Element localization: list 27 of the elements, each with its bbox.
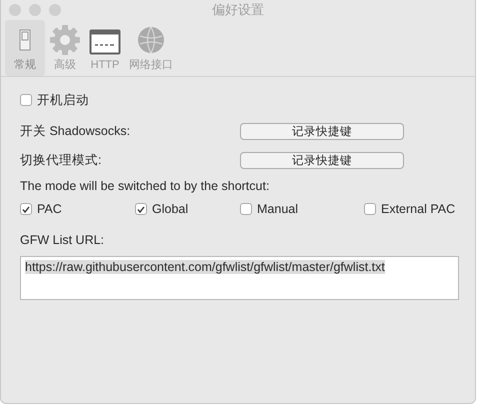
mode-description: The mode will be switched to by the shortcut: [20, 178, 270, 194]
record-shortcut-button[interactable]: 记录快捷键 [240, 122, 404, 140]
record-shortcut-button[interactable]: 记录快捷键 [240, 152, 404, 168]
toolbar-tab[interactable]: 网络接口 [125, 20, 177, 76]
gear-icon [49, 24, 81, 56]
window-title: 偏好设置 [212, 1, 264, 19]
shortcut-label: 切换代理模式: [20, 152, 102, 168]
checkbox[interactable] [135, 203, 147, 215]
toolbar-tab[interactable]: 常规 [5, 20, 45, 76]
toolbar-tab[interactable]: 高级 [45, 20, 85, 76]
globe-icon [135, 24, 167, 56]
field-label: GFW List URL: [20, 233, 106, 247]
checkbox[interactable] [20, 94, 32, 106]
minimize-button[interactable] [29, 4, 41, 16]
checkbox[interactable] [20, 203, 32, 215]
url-field[interactable]: https://raw.githubusercontent.com/gfwlist/gfwlist/master/gfwlist.txt [20, 256, 459, 300]
checkbox[interactable] [240, 203, 252, 215]
checkbox-label: Manual [257, 202, 298, 216]
checkbox[interactable] [364, 203, 376, 215]
zoom-button[interactable] [49, 4, 61, 16]
checkbox-label: External PAC [381, 202, 456, 216]
shortcut-label: 开关 Shadowsocks: [20, 122, 132, 140]
checkbox-label: Global [152, 202, 188, 216]
checkbox-label: PAC [37, 202, 62, 216]
close-button[interactable] [9, 4, 21, 16]
toolbar-tab[interactable]: HTTP [85, 20, 125, 76]
checkbox-label: 开机启动 [37, 92, 89, 108]
